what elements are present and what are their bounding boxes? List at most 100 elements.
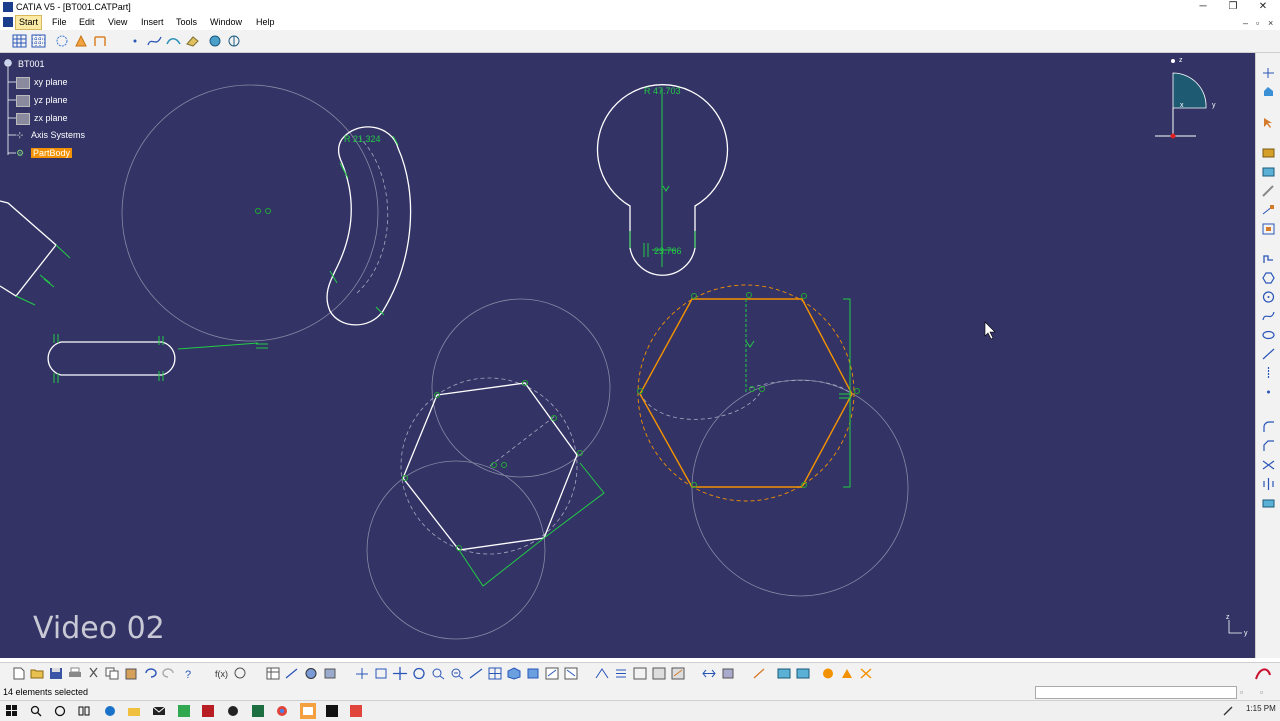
rule-icon[interactable] — [721, 667, 735, 680]
table-icon[interactable] — [266, 667, 280, 680]
pan-icon[interactable] — [393, 667, 407, 680]
command-input[interactable] — [1035, 686, 1237, 699]
task-view-icon[interactable] — [78, 705, 90, 717]
catia-taskbar-icon[interactable] — [300, 703, 316, 719]
doc-minimize-icon[interactable]: – — [1243, 15, 1248, 31]
instantiate-icon[interactable] — [859, 667, 873, 680]
diagnostic-icon[interactable] — [671, 667, 685, 680]
power-copy-icon[interactable] — [821, 667, 835, 680]
sketch-mode-icon[interactable] — [702, 667, 716, 680]
dimension-bottom[interactable]: 23.766 — [654, 246, 682, 256]
tree-item-partbody[interactable]: ⚙ PartBody — [16, 146, 73, 160]
menu-tools[interactable]: Tools — [176, 14, 197, 30]
dimension-radius-top[interactable]: R 47.703 — [644, 86, 681, 96]
menu-help[interactable]: Help — [256, 14, 275, 30]
shading-icon[interactable] — [526, 667, 540, 680]
status-stop-icon[interactable]: ▫ — [1240, 684, 1243, 700]
cut-part-by-sketch-plane-icon[interactable] — [595, 667, 609, 680]
mirror-icon[interactable] — [1262, 478, 1275, 490]
sketch-solving-status-icon[interactable] — [227, 34, 242, 48]
mail-icon[interactable] — [153, 705, 165, 717]
apply-material-icon[interactable] — [304, 667, 318, 680]
menu-insert[interactable]: Insert — [141, 14, 164, 30]
app-catia-red-icon[interactable] — [350, 705, 362, 717]
zoom-out-icon[interactable] — [450, 667, 464, 680]
catalog-icon[interactable] — [777, 667, 791, 680]
cut-icon[interactable] — [87, 667, 101, 680]
trim-icon[interactable] — [1262, 459, 1275, 471]
construction-icon[interactable] — [1262, 185, 1275, 197]
snap-to-point-icon[interactable] — [31, 34, 46, 48]
doc-close-icon[interactable]: × — [1268, 15, 1273, 31]
exit-workbench-icon[interactable] — [1262, 86, 1275, 98]
std-elements-icon[interactable] — [652, 667, 666, 680]
tree-item-xy-plane[interactable]: xy plane — [16, 75, 68, 89]
zoom-in-icon[interactable] — [431, 667, 445, 680]
isometric-view-icon[interactable] — [507, 667, 521, 680]
fit-all-icon[interactable] — [374, 667, 388, 680]
taskbar-clock[interactable]: 1:15 PM — [1246, 704, 1276, 713]
dimension-radius-arc[interactable]: R 21.324 — [344, 134, 381, 144]
paste-icon[interactable] — [124, 667, 138, 680]
new-icon[interactable] — [12, 667, 26, 680]
project-3d-icon[interactable] — [1262, 223, 1275, 235]
edge-icon[interactable] — [104, 705, 116, 717]
copy-icon[interactable] — [105, 667, 119, 680]
menu-edit[interactable]: Edit — [79, 14, 95, 30]
app-red-icon[interactable] — [202, 705, 214, 717]
circle-icon[interactable] — [1262, 291, 1275, 303]
xbox-icon[interactable] — [227, 705, 239, 717]
close-button[interactable]: ✕ — [1248, 0, 1278, 14]
analysis-icon[interactable] — [752, 667, 766, 680]
normal-view-icon[interactable] — [469, 667, 483, 680]
rotate-icon[interactable] — [412, 667, 426, 680]
search-icon[interactable] — [30, 705, 42, 717]
knowledge-icon[interactable] — [323, 667, 337, 680]
sketch-tools-icon[interactable] — [614, 667, 628, 680]
comment-icon[interactable] — [233, 667, 247, 680]
fly-mode-icon[interactable] — [355, 667, 369, 680]
ellipse-icon[interactable] — [1262, 329, 1275, 341]
windows-start-icon[interactable] — [6, 705, 18, 717]
print-icon[interactable] — [68, 667, 82, 680]
user-feature-icon[interactable] — [840, 667, 854, 680]
menu-view[interactable]: View — [108, 14, 127, 30]
eraser-icon[interactable] — [185, 34, 200, 48]
file-explorer-icon[interactable] — [128, 705, 140, 717]
profile-feature-icon[interactable] — [1262, 147, 1275, 159]
line-icon[interactable] — [1262, 348, 1275, 360]
restore-button[interactable]: ❐ — [1218, 0, 1248, 14]
minimize-button[interactable]: ─ — [1188, 0, 1218, 14]
sketch-icon[interactable] — [1262, 67, 1275, 79]
catalog-browser-icon[interactable] — [796, 667, 810, 680]
dimensional-constraints-icon[interactable] — [93, 34, 108, 48]
sketch-canvas[interactable]: R 47.703 R 21.324 23.766 z x y z y BT001 — [0, 53, 1255, 658]
formula-icon[interactable]: f(x) — [214, 667, 228, 680]
swap-visible-icon[interactable] — [564, 667, 578, 680]
connect-icon[interactable] — [166, 34, 181, 48]
construction-element-icon[interactable] — [55, 34, 70, 48]
redo-icon[interactable] — [162, 667, 176, 680]
menu-file[interactable]: File — [52, 14, 67, 30]
grid-snap-icon[interactable] — [633, 667, 647, 680]
sketch-analysis-icon[interactable] — [208, 34, 223, 48]
hexagon-selected[interactable] — [637, 284, 855, 502]
sketch-geometry[interactable]: R 47.703 R 21.324 23.766 z x y z y — [0, 53, 1255, 658]
hexagon-icon[interactable] — [1262, 272, 1275, 284]
multi-view-icon[interactable] — [488, 667, 502, 680]
corner-icon[interactable] — [1262, 421, 1275, 433]
geometrical-constraints-icon[interactable] — [74, 34, 89, 48]
tree-item-axis-systems[interactable]: ⊹ Axis Systems — [16, 128, 85, 142]
measure-icon[interactable] — [285, 667, 299, 680]
chamfer-icon[interactable] — [1262, 440, 1275, 452]
save-icon[interactable] — [49, 667, 63, 680]
status-cancel-icon[interactable]: ▫ — [1260, 684, 1263, 700]
profile-icon[interactable] — [1262, 253, 1275, 265]
select-icon[interactable] — [1262, 117, 1275, 129]
whats-this-icon[interactable]: ? — [182, 667, 196, 680]
tree-item-yz-plane[interactable]: yz plane — [16, 93, 68, 107]
point-icon[interactable] — [128, 34, 143, 48]
menu-start[interactable]: Start — [15, 15, 43, 30]
document-icon[interactable] — [3, 17, 13, 27]
axis-icon[interactable] — [1262, 367, 1275, 379]
